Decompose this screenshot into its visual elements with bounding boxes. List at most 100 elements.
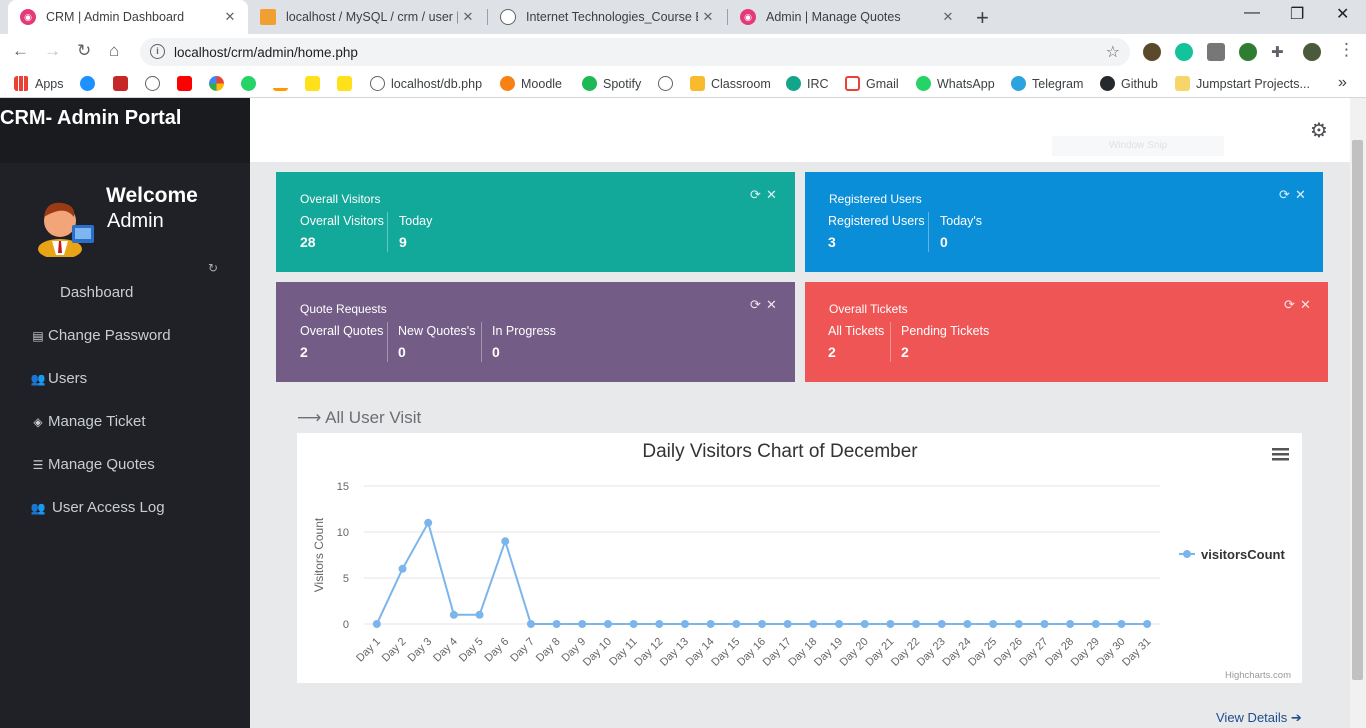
sidebar-item-change-password[interactable]: ▤ Change Password xyxy=(0,327,250,344)
site-info-icon[interactable]: i xyxy=(150,44,165,59)
bookmark-icon-4[interactable] xyxy=(658,76,679,91)
sidebar-item-users[interactable]: 👥 Users xyxy=(0,370,250,387)
data-point[interactable] xyxy=(603,620,612,628)
extension-icon[interactable] xyxy=(1143,43,1161,61)
view-details-link[interactable]: View Details ➔ xyxy=(1216,710,1302,726)
data-point[interactable] xyxy=(501,537,510,546)
close-tab-icon[interactable]: ✕ xyxy=(698,9,718,25)
bookmark-star-icon[interactable]: ☆ xyxy=(1106,42,1120,62)
data-point[interactable] xyxy=(1066,620,1075,628)
menu-dots-icon[interactable]: ⋮ xyxy=(1338,40,1355,60)
data-point[interactable] xyxy=(835,620,844,628)
sidebar-item-user-access-log[interactable]: 👥 User Access Log xyxy=(0,499,250,516)
card-refresh-icon[interactable]: ⟳ xyxy=(750,297,761,313)
card-refresh-icon[interactable]: ⟳ xyxy=(1279,187,1290,203)
bookmark-jumpstart[interactable]: Jumpstart Projects... xyxy=(1175,76,1310,91)
url-text[interactable]: localhost/crm/admin/home.php xyxy=(174,45,358,60)
data-point[interactable] xyxy=(475,610,484,619)
close-window-icon[interactable]: ✕ xyxy=(1336,4,1349,24)
data-point[interactable] xyxy=(552,620,561,628)
settings-gear-icon[interactable]: ⚙ xyxy=(1310,118,1328,143)
extensions-puzzle-icon[interactable]: ✚ xyxy=(1271,43,1289,61)
data-point[interactable] xyxy=(809,620,818,628)
data-point[interactable] xyxy=(912,620,921,628)
data-point[interactable] xyxy=(886,620,895,628)
bookmark-localhost-db[interactable]: localhost/db.php xyxy=(370,76,482,91)
data-point[interactable] xyxy=(706,620,715,628)
bookmark-spotify[interactable]: Spotify xyxy=(582,76,641,91)
tab-crm-admin-dashboard[interactable]: ◉ CRM | Admin Dashboard ✕ xyxy=(8,0,248,34)
data-point[interactable] xyxy=(758,620,766,628)
tab-internet-technologies[interactable]: Internet Technologies_Course Eva ✕ xyxy=(488,0,726,34)
data-point[interactable] xyxy=(372,620,381,628)
profile-avatar-icon[interactable] xyxy=(1303,43,1321,61)
card-close-icon[interactable]: ✕ xyxy=(766,297,777,313)
data-point[interactable] xyxy=(783,620,792,628)
bookmark-google[interactable] xyxy=(209,76,230,91)
data-point[interactable] xyxy=(629,620,638,628)
sidebar-item-manage-ticket[interactable]: ◈ Manage Ticket xyxy=(0,413,250,430)
maximize-icon[interactable]: ❐ xyxy=(1290,4,1304,24)
data-point[interactable] xyxy=(1091,620,1100,628)
tab-phpmyadmin[interactable]: localhost / MySQL / crm / user | p ✕ xyxy=(248,0,486,34)
bookmark-gmail[interactable]: Gmail xyxy=(845,76,899,91)
data-point[interactable] xyxy=(680,620,689,628)
data-point[interactable] xyxy=(449,610,458,619)
page-scrollbar[interactable] xyxy=(1350,98,1366,728)
card-close-icon[interactable]: ✕ xyxy=(766,187,777,203)
reload-icon[interactable]: ↻ xyxy=(77,41,91,61)
bookmark-irc[interactable]: IRC xyxy=(786,76,829,91)
data-point[interactable] xyxy=(424,518,433,527)
extension-icon[interactable] xyxy=(1207,43,1225,61)
card-close-icon[interactable]: ✕ xyxy=(1295,187,1306,203)
bookmark-telegram[interactable]: Telegram xyxy=(1011,76,1083,91)
bookmark-flipkart-2[interactable] xyxy=(337,76,358,91)
bookmark-icon-3[interactable] xyxy=(145,76,166,91)
card-close-icon[interactable]: ✕ xyxy=(1300,297,1311,313)
tab-manage-quotes[interactable]: ◉ Admin | Manage Quotes ✕ xyxy=(728,0,966,34)
data-point[interactable] xyxy=(1014,620,1023,628)
data-point[interactable] xyxy=(1143,620,1152,628)
refresh-icon[interactable]: ↻ xyxy=(208,261,218,275)
bookmark-github[interactable]: Github xyxy=(1100,76,1158,91)
new-tab-button[interactable]: + xyxy=(976,5,989,31)
bookmark-icon-2[interactable] xyxy=(113,76,134,91)
data-point[interactable] xyxy=(1040,620,1049,628)
data-point[interactable] xyxy=(963,620,972,628)
bookmarks-overflow-button[interactable]: » xyxy=(1338,74,1347,92)
data-point[interactable] xyxy=(937,620,946,628)
chart-menu-icon[interactable] xyxy=(1272,448,1289,461)
chart-legend[interactable]: visitorsCount xyxy=(1179,547,1285,562)
close-tab-icon[interactable]: ✕ xyxy=(458,9,478,25)
data-point[interactable] xyxy=(989,620,998,628)
bookmark-whatsapp[interactable]: WhatsApp xyxy=(916,76,995,91)
data-point[interactable] xyxy=(1117,620,1126,628)
bookmark-whatsapp-icon[interactable] xyxy=(241,76,262,91)
highcharts-credits[interactable]: Highcharts.com xyxy=(1225,670,1291,681)
bookmark-amazon[interactable] xyxy=(273,76,294,91)
card-refresh-icon[interactable]: ⟳ xyxy=(1284,297,1295,313)
brand-title[interactable]: CRM- Admin Portal xyxy=(0,107,181,130)
address-bar[interactable]: i localhost/crm/admin/home.php ☆ xyxy=(140,38,1130,66)
data-point[interactable] xyxy=(655,620,664,628)
close-tab-icon[interactable]: ✕ xyxy=(938,9,958,25)
forward-icon[interactable]: → xyxy=(44,41,61,61)
bookmark-apps[interactable]: Apps xyxy=(14,76,64,91)
bookmark-moodle[interactable]: Moodle xyxy=(500,76,562,91)
data-point[interactable] xyxy=(732,620,741,628)
bookmark-classroom[interactable]: Classroom xyxy=(690,76,771,91)
back-icon[interactable]: ← xyxy=(12,41,29,61)
data-point[interactable] xyxy=(398,564,407,573)
data-point[interactable] xyxy=(526,620,535,628)
bookmark-flipkart-1[interactable] xyxy=(305,76,326,91)
grammarly-icon[interactable] xyxy=(1175,43,1193,61)
bookmark-icon-1[interactable] xyxy=(80,76,101,91)
extension-icon[interactable] xyxy=(1239,43,1257,61)
sidebar-item-dashboard[interactable]: Dashboard xyxy=(0,284,250,301)
bookmark-youtube[interactable] xyxy=(177,76,198,91)
card-refresh-icon[interactable]: ⟳ xyxy=(750,187,761,203)
sidebar-item-manage-quotes[interactable]: ☰ Manage Quotes xyxy=(0,456,250,473)
data-point[interactable] xyxy=(860,620,869,628)
scrollbar-thumb[interactable] xyxy=(1352,140,1363,680)
minimize-icon[interactable]: — xyxy=(1244,4,1260,22)
